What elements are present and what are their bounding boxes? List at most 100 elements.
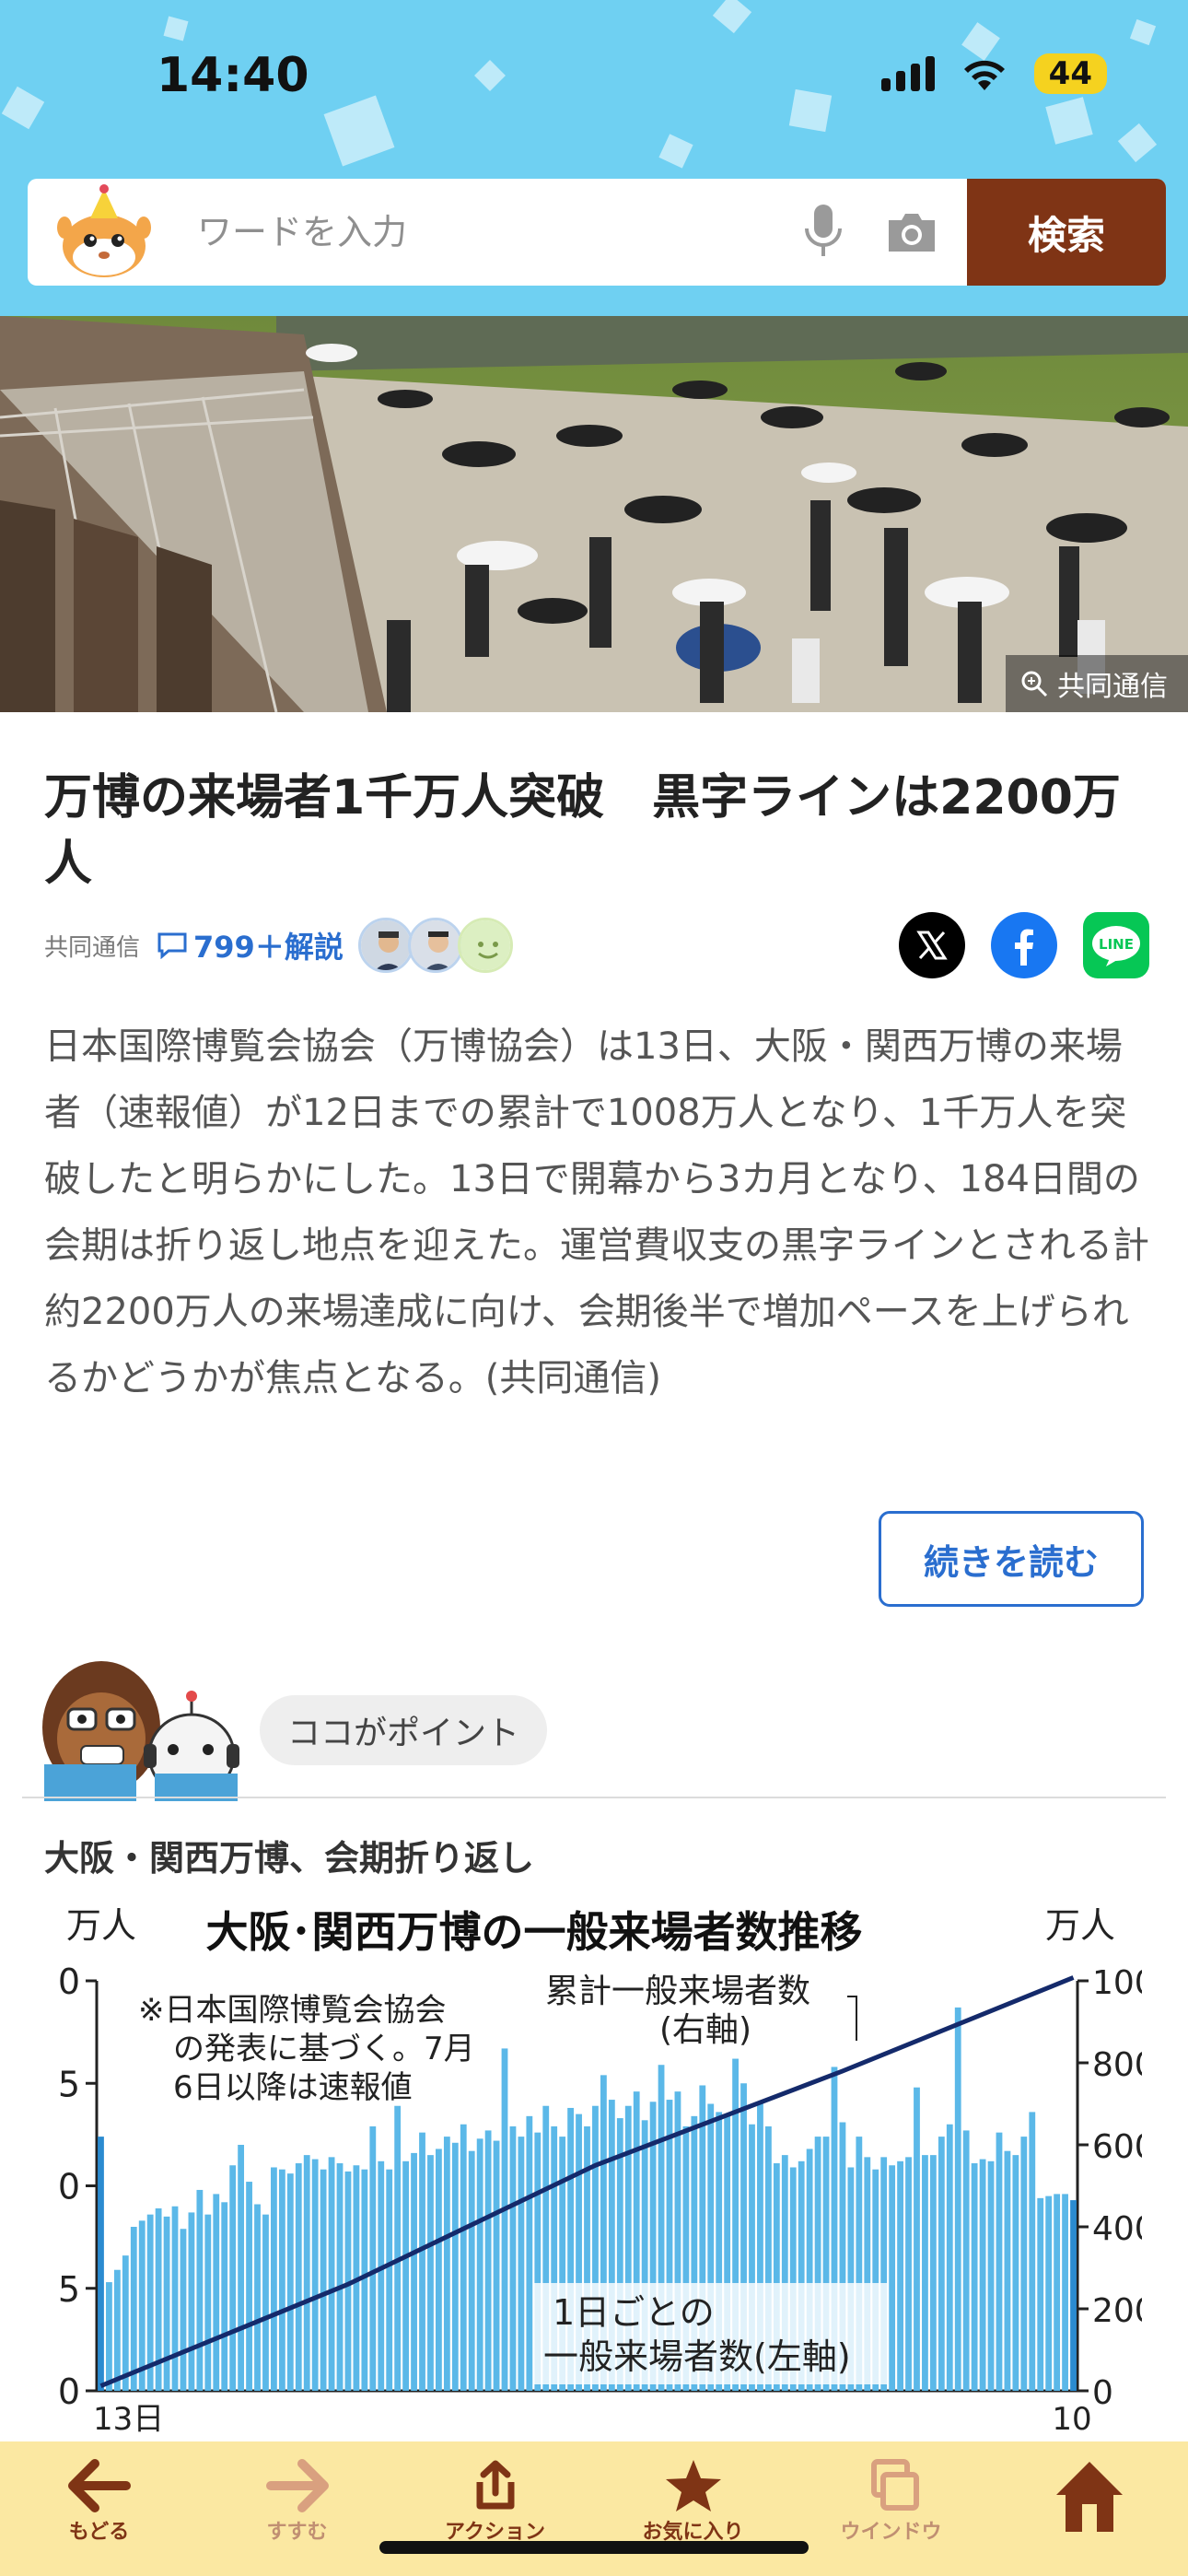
share-line-button[interactable]: LINE — [1083, 912, 1149, 978]
chart-bar — [468, 2150, 475, 2391]
chart-bar — [954, 2007, 961, 2391]
line-label: LINE — [1099, 936, 1134, 953]
share-facebook-button[interactable] — [991, 912, 1057, 978]
status-icons: 44 — [880, 53, 1107, 94]
facebook-icon — [1015, 929, 1033, 966]
chart-bar — [336, 2163, 344, 2391]
chart-bar — [501, 2048, 508, 2391]
comments-link[interactable]: 799＋解説 — [157, 924, 344, 966]
avatar — [357, 918, 413, 973]
chart-bar — [411, 2152, 417, 2391]
left-tick-label: 20 — [55, 1961, 80, 2002]
chart-bar — [1004, 2150, 1011, 2391]
search-bar: 検索 — [28, 179, 1166, 286]
windows-icon — [870, 2459, 919, 2511]
chart-bar — [1062, 2194, 1068, 2391]
left-axis-unit: 万人 — [66, 1905, 136, 1946]
chart-bar — [213, 2194, 220, 2391]
chart-title: 大阪･関西万博の一般来場者数推移 — [206, 1907, 863, 1957]
chart-bar — [962, 2130, 970, 2391]
chart-bar — [238, 2145, 245, 2391]
chart-bar — [443, 2137, 450, 2391]
zoom-icon — [1021, 671, 1048, 697]
chart-bar — [229, 2165, 237, 2391]
wifi-icon — [963, 60, 1005, 90]
chart-bar — [436, 2149, 442, 2391]
camera-search-button[interactable] — [868, 179, 956, 286]
chart-bar — [369, 2125, 377, 2391]
chart-bar — [278, 2169, 285, 2391]
chart-bar — [1020, 2137, 1028, 2391]
forward-label: すすむ — [266, 2521, 328, 2544]
right-tick-label: 800 — [1092, 2046, 1142, 2084]
camera-icon — [889, 214, 935, 252]
chart-bar — [262, 2214, 269, 2391]
chart-bar — [996, 2132, 1003, 2391]
mascot-logo-icon[interactable] — [53, 181, 155, 283]
chart-bar — [303, 2155, 310, 2391]
chart-bar — [922, 2155, 928, 2391]
daily-series-axis-label: 一般来場者数(左軸) — [543, 2336, 851, 2377]
chart-bar — [1029, 2112, 1036, 2391]
chart-bar — [113, 2269, 121, 2391]
cumulative-series-axis-label: (右軸) — [659, 2011, 751, 2049]
article-source[interactable]: 共同通信 — [44, 929, 140, 963]
hero-photo[interactable]: 共同通信 — [0, 316, 1188, 712]
chart-bar — [254, 2204, 261, 2391]
chart-bar — [171, 2206, 179, 2391]
chart-bar — [378, 2160, 385, 2391]
share-x-button[interactable] — [899, 912, 965, 978]
line-icon: LINE — [1092, 926, 1140, 966]
chart-bar — [295, 2163, 302, 2391]
chart-bar — [493, 2140, 500, 2391]
point-label: ココがポイント — [260, 1695, 548, 1765]
chart-bar — [130, 2227, 137, 2391]
chart-bar — [246, 2182, 252, 2391]
search-button[interactable]: 検索 — [967, 179, 1166, 286]
avatar — [457, 918, 513, 973]
cellular-signal-icon — [880, 56, 935, 91]
favorites-button[interactable]: お気に入り — [594, 2441, 792, 2576]
home-indicator — [379, 2541, 809, 2554]
chart-bar — [971, 2163, 978, 2391]
read-more-button[interactable]: 続きを読む — [879, 1511, 1144, 1607]
section-divider — [22, 1797, 1166, 1798]
bottom-toolbar: もどる すすむ アクション お気に入り ウインドウ — [0, 2441, 1188, 2576]
right-tick-label: 0 — [1092, 2374, 1113, 2412]
chart-bar — [460, 2124, 467, 2391]
x-icon — [916, 931, 948, 960]
crowd-photo-image — [0, 316, 1188, 712]
chart-bar — [476, 2138, 483, 2391]
right-tick-label: 200 — [1092, 2292, 1142, 2330]
chart-bar — [914, 2087, 920, 2391]
article-title: 万博の来場者1千万人突破 黒字ラインは2200万人 — [44, 770, 1121, 892]
forward-button[interactable]: すすむ — [198, 2441, 396, 2576]
chart-bar — [929, 2155, 937, 2391]
action-button[interactable]: アクション — [396, 2441, 594, 2576]
chart-bar — [905, 2157, 912, 2391]
chart-bar — [98, 2137, 104, 2391]
chart-bar — [180, 2229, 187, 2391]
home-button[interactable] — [990, 2441, 1188, 2576]
photo-credit: 共同通信 — [1006, 655, 1188, 712]
chart-bar — [361, 2169, 368, 2391]
photo-credit-text: 共同通信 — [1057, 671, 1168, 703]
chart-bar — [979, 2159, 986, 2391]
chart-bar — [889, 2165, 896, 2391]
chart-bar — [451, 2142, 459, 2391]
voice-search-button[interactable] — [779, 179, 868, 286]
chart-bar — [427, 2155, 434, 2391]
back-button[interactable]: もどる — [0, 2441, 198, 2576]
cumulative-series-label: 累計一般来場者数 — [545, 1973, 810, 2010]
search-input[interactable] — [155, 179, 779, 286]
left-tick-label: 0 — [58, 2371, 80, 2412]
expert-avatars[interactable] — [357, 918, 513, 973]
left-tick-label: 5 — [58, 2269, 80, 2310]
chart-bar — [328, 2157, 335, 2391]
chart-bar — [1070, 2200, 1077, 2391]
chart-bar — [122, 2255, 129, 2391]
visitors-chart[interactable]: 大阪･関西万博の一般来場者数推移 万人 万人 05101520020040060… — [55, 1893, 1142, 2437]
chart-bar — [394, 2105, 402, 2391]
windows-button[interactable]: ウインドウ — [792, 2441, 990, 2576]
chart-bar — [526, 2115, 533, 2391]
